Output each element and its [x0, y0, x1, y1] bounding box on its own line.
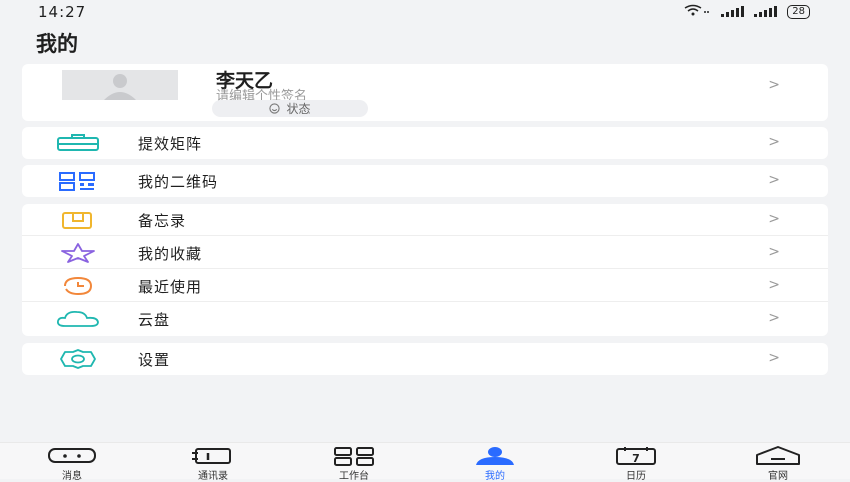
status-button[interactable]: 状态	[212, 100, 368, 117]
tab-label: 通讯录	[198, 471, 228, 482]
status-time: 14:27	[38, 3, 87, 21]
menu-item-cloud-drive[interactable]: 云盘 >	[22, 303, 828, 335]
home-icon	[756, 446, 800, 465]
chevron-right-icon: >	[768, 172, 780, 188]
chevron-right-icon: >	[768, 350, 780, 366]
status-label: 状态	[286, 102, 311, 116]
menu-item-label: 我的二维码	[138, 173, 219, 191]
profile-card[interactable]: 李天乙 请编辑个性签名 状态 >	[22, 64, 828, 121]
menu-item-label: 提效矩阵	[138, 135, 203, 153]
menu-group-tools: 备忘录 > 我的收藏 > 最近使用 > 云盘 >	[22, 204, 828, 336]
tab-website[interactable]: 官网	[733, 446, 823, 482]
toolbox-icon	[55, 133, 101, 153]
recent-icon	[55, 276, 101, 296]
workbench-icon	[334, 447, 374, 466]
battery-icon: 28	[787, 4, 810, 19]
memo-icon	[55, 210, 101, 230]
menu-item-favorites[interactable]: 我的收藏 >	[22, 237, 828, 269]
tab-contacts[interactable]: 通讯录	[168, 446, 258, 482]
menu-item-memo[interactable]: 备忘录 >	[22, 204, 828, 236]
star-icon	[55, 243, 101, 263]
calendar-icon: 7	[616, 447, 656, 465]
divider	[22, 235, 828, 236]
tab-messages[interactable]: 消息	[27, 446, 117, 482]
menu-item-label: 备忘录	[138, 212, 187, 230]
wifi-icon	[683, 4, 711, 19]
bottom-tab-bar: 消息 通讯录 工作台 我的 7 日历 官网	[0, 442, 850, 482]
tab-label: 日历	[626, 471, 646, 482]
cloud-icon	[55, 309, 101, 329]
contacts-icon	[192, 448, 231, 464]
gear-icon	[55, 349, 101, 369]
chevron-right-icon: >	[768, 211, 780, 227]
status-bar: 14:27 28	[0, 0, 850, 24]
menu-item-efficiency-matrix[interactable]: 提效矩阵 >	[22, 127, 828, 159]
divider	[22, 301, 828, 302]
status-icons: 28	[683, 4, 810, 19]
menu-group-qrcode: 我的二维码 >	[22, 165, 828, 197]
chevron-right-icon: >	[768, 134, 780, 150]
avatar-placeholder-icon	[104, 74, 136, 100]
signal-icon-2	[754, 6, 778, 17]
qrcode-icon	[55, 171, 101, 191]
tab-label: 工作台	[339, 471, 369, 482]
tab-me[interactable]: 我的	[450, 446, 540, 482]
tab-label: 消息	[62, 471, 82, 482]
avatar[interactable]	[62, 70, 178, 100]
menu-group-settings: 设置 >	[22, 343, 828, 375]
menu-item-qrcode[interactable]: 我的二维码 >	[22, 165, 828, 197]
menu-item-settings[interactable]: 设置 >	[22, 343, 828, 375]
message-icon	[48, 448, 96, 463]
smile-icon	[269, 103, 281, 114]
tab-label: 官网	[768, 471, 788, 482]
profile-icon	[476, 447, 514, 465]
tab-workbench[interactable]: 工作台	[309, 446, 399, 482]
chevron-right-icon: >	[768, 277, 780, 293]
menu-item-recent[interactable]: 最近使用 >	[22, 270, 828, 302]
chevron-right-icon: >	[768, 244, 780, 260]
calendar-day: 7	[632, 452, 640, 465]
tab-calendar[interactable]: 7 日历	[591, 446, 681, 482]
menu-item-label: 我的收藏	[138, 245, 203, 263]
chevron-right-icon: >	[768, 310, 780, 326]
chevron-right-icon: >	[768, 77, 780, 93]
tab-label: 我的	[485, 471, 505, 482]
menu-item-label: 云盘	[138, 311, 171, 329]
divider	[22, 268, 828, 269]
page-title: 我的	[36, 32, 78, 56]
signal-icon	[721, 6, 745, 17]
menu-item-label: 设置	[138, 351, 171, 369]
menu-group-efficiency: 提效矩阵 >	[22, 127, 828, 159]
menu-item-label: 最近使用	[138, 278, 203, 296]
